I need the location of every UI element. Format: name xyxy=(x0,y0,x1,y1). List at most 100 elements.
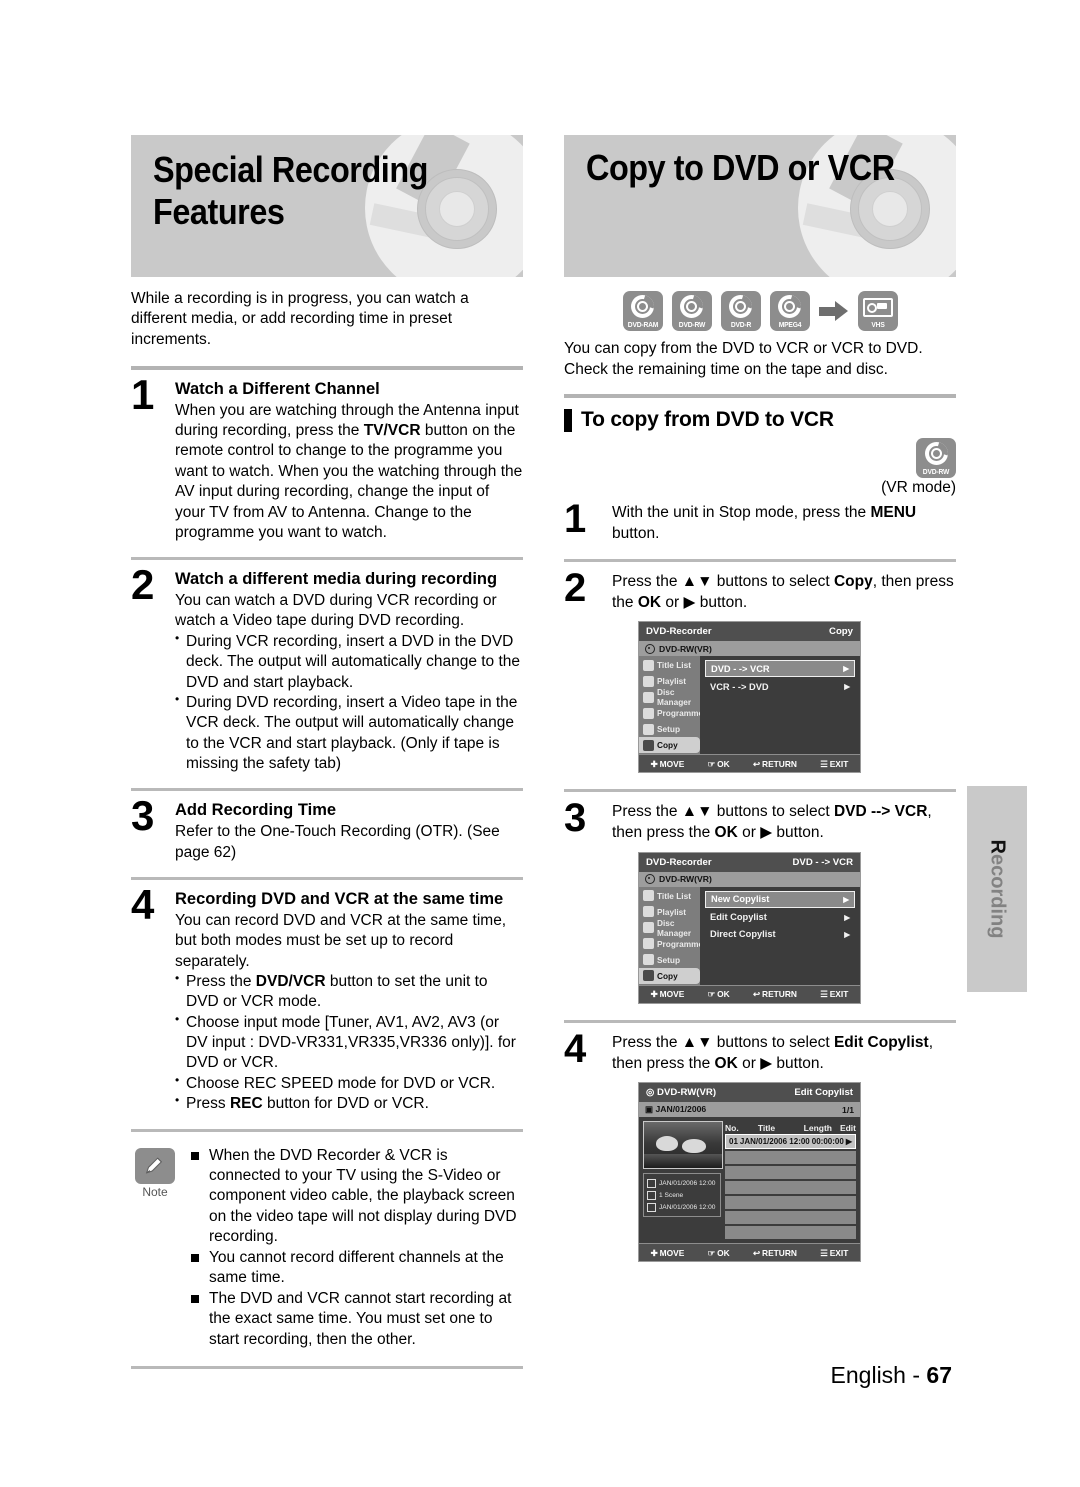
sidebar-item-programme[interactable]: Programme xyxy=(639,936,704,952)
divider xyxy=(131,788,523,792)
step-body: You can record DVD and VCR at the same t… xyxy=(175,911,507,970)
step-body: Press the ▲▼ buttons to select Edit Copy… xyxy=(612,1033,933,1072)
sidebar-label: Programme xyxy=(657,938,704,949)
vhs-icon: VHS xyxy=(857,291,898,331)
pencil-icon xyxy=(135,1147,175,1184)
bullet: During DVD recording, insert a Video tap… xyxy=(175,692,523,775)
left-banner-title: Special Recording Features xyxy=(153,149,429,233)
table-row[interactable] xyxy=(725,1151,856,1165)
disc-manager-icon xyxy=(643,922,654,934)
row-label: VCR - -> DVD xyxy=(710,681,769,692)
osd-row-edit-copylist[interactable]: Edit Copylist ▶ xyxy=(705,910,855,925)
left-intro-text: While a recording is in progress, you ca… xyxy=(131,290,469,348)
media-compatibility-row: DVD-RAM DVD-RW DVD-R MPEG4 VHS xyxy=(564,291,956,331)
mpeg4-icon: MPEG4 xyxy=(769,291,810,331)
step-title: Watch a Different Channel xyxy=(175,379,380,398)
copy-icon xyxy=(643,739,654,751)
gear-icon xyxy=(643,723,654,735)
sidebar-item-copy[interactable]: Copy xyxy=(639,737,700,754)
row-label: Direct Copylist xyxy=(710,929,776,940)
disc-icon xyxy=(645,643,655,654)
divider xyxy=(564,394,956,399)
osd-title: DVD - -> VCR xyxy=(792,856,854,868)
col-title: Title xyxy=(757,1122,776,1133)
divider xyxy=(564,789,956,793)
step-title: Watch a different media during recording xyxy=(175,570,498,589)
disc-icon xyxy=(645,874,655,885)
sidebar-item-setup[interactable]: Setup xyxy=(639,952,700,968)
sidebar-item-programme[interactable]: Programme xyxy=(639,705,703,721)
osd-title: Edit Copylist xyxy=(794,1087,853,1099)
move-icon: ✚ xyxy=(650,989,658,1000)
step-4: 4 Recording DVD and VCR at the same time… xyxy=(131,884,523,1115)
sidebar-item-copy[interactable]: Copy xyxy=(639,967,700,984)
section-heading: To copy from DVD to VCR xyxy=(564,408,956,432)
thumbnail-image xyxy=(643,1121,723,1170)
osd-device: DVD-Recorder xyxy=(646,856,712,868)
sidebar-item-title-list[interactable]: Title List xyxy=(639,657,700,673)
table-row[interactable] xyxy=(725,1196,856,1210)
sidebar-item-disc-manager[interactable]: Disc Manager xyxy=(639,917,700,938)
section-heading-text: To copy from DVD to VCR xyxy=(581,408,834,432)
table-row[interactable] xyxy=(725,1166,856,1180)
step-body: Press the ▲▼ buttons to select Copy, the… xyxy=(612,572,954,611)
footer-exit: ☰ EXIT xyxy=(820,758,849,769)
step-bullets: Press the DVD/VCR button to set the unit… xyxy=(175,971,523,1115)
sidebar-label: Setup xyxy=(657,724,681,735)
step-number: 2 xyxy=(564,565,587,610)
vhs-label: VHS xyxy=(870,320,885,329)
osd-sidebar: Title List Playlist Disc Manager Program… xyxy=(639,886,704,985)
table-row[interactable] xyxy=(725,1226,856,1240)
playlist-icon xyxy=(643,906,654,918)
osd-info-panel: JAN/01/2006 12:00 1 Scene JAN/01/2006 12… xyxy=(643,1173,721,1218)
osd-device: DVD-Recorder xyxy=(646,626,712,638)
step-number: 2 xyxy=(131,561,155,609)
sidebar-label: Copy xyxy=(657,970,678,981)
sidebar-item-setup[interactable]: Setup xyxy=(639,721,700,737)
step-body: Press the ▲▼ buttons to select DVD --> V… xyxy=(612,803,932,842)
row-label: DVD - -> VCR xyxy=(711,663,770,674)
sidebar-item-title-list[interactable]: Title List xyxy=(639,888,700,904)
col-no: No. xyxy=(725,1122,739,1133)
sidebar-label: Disc Manager xyxy=(657,687,692,708)
osd-row-dvd-to-vcr[interactable]: DVD - -> VCR ▶ xyxy=(705,660,855,678)
dvd-r-icon: DVD-R xyxy=(720,291,761,331)
table-row[interactable]: 01 JAN/01/2006 12:00 00:00:00 ▶ xyxy=(725,1134,856,1150)
step-title: Add Recording Time xyxy=(175,801,337,820)
cell-no: 01 xyxy=(729,1137,738,1147)
divider xyxy=(131,365,523,370)
footer-move: ✚ MOVE xyxy=(650,1247,685,1258)
cell-title: JAN/01/2006 12:00 xyxy=(739,1137,810,1147)
sidebar-label: Title List xyxy=(657,660,691,671)
sidebar-label: Disc Manager xyxy=(657,917,692,938)
playlist-icon xyxy=(643,675,654,687)
divider xyxy=(564,1019,956,1023)
osd-main: DVD - -> VCR ▶ VCR - -> DVD ▶ xyxy=(700,656,860,755)
bullet: Press REC button for DVD or VCR. xyxy=(175,1093,523,1114)
osd-row-direct-copylist[interactable]: Direct Copylist ▶ xyxy=(705,927,855,942)
footer-return: ↩ RETURN xyxy=(752,989,797,1000)
sidebar-item-disc-manager[interactable]: Disc Manager xyxy=(639,687,700,708)
footer-exit: ☰ EXIT xyxy=(820,1247,849,1258)
footer-exit: ☰ EXIT xyxy=(820,989,849,1000)
right-chapter-banner: Copy to DVD or VCR xyxy=(564,135,956,277)
exit-icon: ☰ xyxy=(820,758,828,769)
row-label: Edit Copylist xyxy=(710,912,767,923)
title-list-icon xyxy=(643,659,654,671)
move-icon: ✚ xyxy=(650,758,658,769)
osd-row-vcr-to-dvd[interactable]: VCR - -> DVD ▶ xyxy=(705,679,855,694)
osd-titlebar: ◎ DVD-RW(VR) Edit Copylist xyxy=(639,1083,860,1103)
divider xyxy=(131,557,523,561)
table-row[interactable] xyxy=(725,1181,856,1195)
col-edit: Edit xyxy=(839,1122,856,1133)
note-badge: Note xyxy=(131,1147,179,1199)
osd-main: New Copylist ▶ Edit Copylist ▶ Direct Copy… xyxy=(700,886,860,985)
osd-date-bar: ▣ JAN/01/2006 1/1 xyxy=(639,1102,860,1118)
osd-row-new-copylist[interactable]: New Copylist ▶ xyxy=(705,890,855,908)
osd-edit-copylist: ◎ DVD-RW(VR) Edit Copylist ▣ JAN/01/2006… xyxy=(638,1082,861,1263)
sidebar-label: Playlist xyxy=(657,676,687,687)
side-tab-rest: ecording xyxy=(986,854,1009,939)
table-row[interactable] xyxy=(725,1211,856,1225)
osd-dvd-to-vcr-menu: DVD-Recorder DVD - -> VCR DVD-RW(VR) Tit… xyxy=(638,851,861,1004)
step-number: 3 xyxy=(564,796,587,841)
